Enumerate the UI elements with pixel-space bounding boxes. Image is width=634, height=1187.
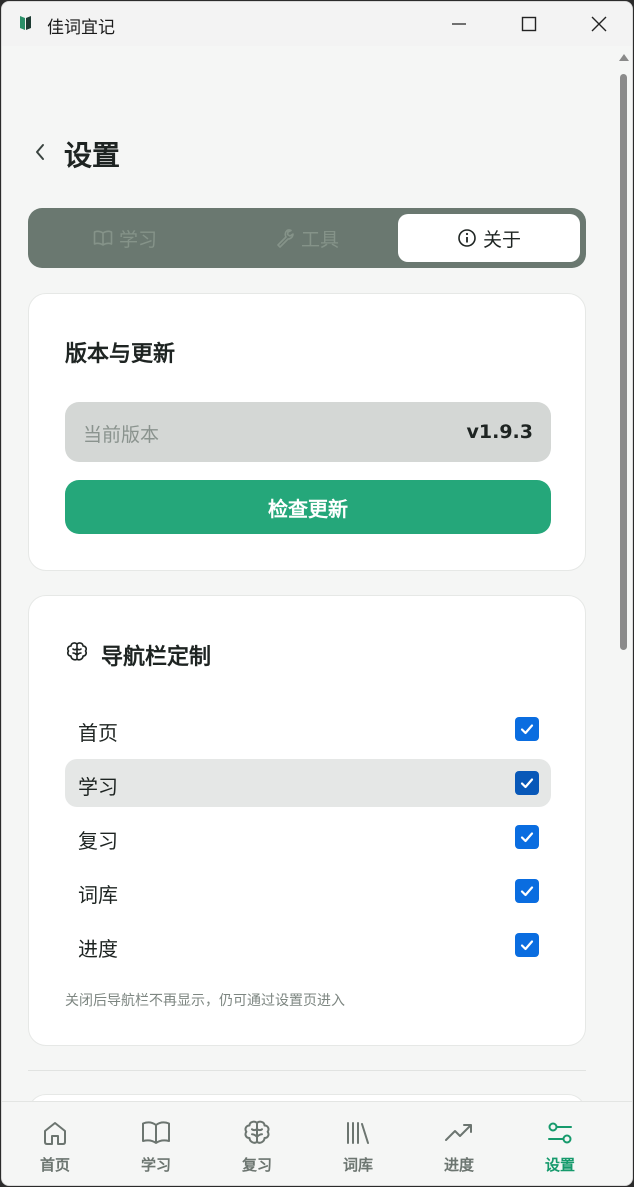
brain-icon [244,1120,270,1144]
nav-toggle-label: 进度 [78,937,118,961]
book-icon [93,230,113,246]
bottom-nav-label: 词库 [342,1156,373,1174]
scrollbar[interactable] [614,46,632,1102]
nav-toggle-label: 学习 [78,775,118,799]
page-title: 设置 [64,139,121,172]
sliders-icon [548,1122,572,1144]
back-button[interactable] [28,138,52,166]
window-title: 佳词宜记 [47,18,115,38]
version-card: 版本与更新 当前版本 v1.9.3 检查更新 [28,293,586,571]
nav-customization-hint: 关闭后导航栏不再显示，仍可通过设置页进入 [65,993,345,1009]
minimize-button[interactable] [424,2,494,46]
maximize-button[interactable] [494,2,564,46]
tab-tools-label: 工具 [300,228,339,251]
title-bar: 佳词宜记 [2,2,632,46]
tab-about-label: 关于 [482,228,521,251]
scroll-thumb[interactable] [620,74,627,650]
current-version-value: v1.9.3 [466,421,533,443]
trend-icon [445,1124,472,1141]
bottom-nav-label: 复习 [241,1156,272,1174]
nav-toggle-label: 首页 [78,721,118,745]
bottom-nav-review[interactable]: 复习 [206,1102,308,1185]
checkbox[interactable] [515,771,539,795]
tab-about[interactable]: 关于 [398,214,580,262]
bottom-nav-settings[interactable]: 设置 [509,1102,611,1185]
close-button[interactable] [564,2,632,46]
checkmark-icon [520,778,534,789]
bottom-nav-study[interactable]: 学习 [105,1102,207,1185]
wrench-icon [277,229,294,248]
brain-icon [67,642,87,661]
maximize-icon [521,16,537,32]
bottom-nav-label: 进度 [443,1156,474,1174]
checkbox[interactable] [515,933,539,957]
bottom-nav-label: 首页 [39,1156,70,1174]
checkbox[interactable] [515,825,539,849]
nav-toggle-review[interactable]: 复习 [65,813,551,861]
scroll-up-arrow-icon[interactable] [619,54,629,61]
version-card-title: 版本与更新 [65,342,176,367]
nav-customization-title: 导航栏定制 [101,645,212,670]
info-icon [458,229,476,247]
bottom-nav-progress[interactable]: 进度 [408,1102,510,1185]
library-icon [347,1122,369,1144]
book-icon [142,1121,170,1144]
check-update-button[interactable]: 检查更新 [65,480,551,534]
nav-toggle-label: 词库 [78,883,118,907]
bottom-nav-label: 学习 [140,1156,171,1174]
checkbox[interactable] [515,879,539,903]
bottom-nav-label: 设置 [544,1156,575,1174]
nav-toggle-progress[interactable]: 进度 [65,921,551,969]
checkmark-icon [520,886,534,897]
bottom-nav: 首页 学习 复习 词库 进度 设置 [2,1101,632,1185]
nav-toggle-label: 复习 [78,829,118,853]
nav-toggle-home[interactable]: 首页 [65,705,551,753]
app-window: 佳词宜记 设置 学习 工具 关于 版本与更新 当前版本 v1.9.3 检查更新 … [1,1,633,1186]
bottom-nav-home[interactable]: 首页 [4,1102,106,1185]
checkbox[interactable] [515,717,539,741]
checkmark-icon [520,832,534,843]
nav-toggle-library[interactable]: 词库 [65,867,551,915]
checkmark-icon [520,940,534,951]
bottom-nav-library[interactable]: 词库 [307,1102,409,1185]
current-version-row: 当前版本 v1.9.3 [65,402,551,462]
nav-toggle-study[interactable]: 学习 [65,759,551,807]
chevron-left-icon [36,144,44,160]
checkmark-icon [520,724,534,735]
home-icon [44,1122,66,1145]
tab-study[interactable]: 学习 [34,214,216,262]
app-logo-icon [20,16,31,30]
section-divider [28,1070,586,1071]
settings-tabs: 学习 工具 关于 [28,208,586,268]
current-version-label: 当前版本 [83,424,160,446]
tab-study-label: 学习 [118,228,157,251]
tab-tools[interactable]: 工具 [216,214,398,262]
minimize-icon [452,23,466,25]
nav-customization-card: 导航栏定制 首页 学习 复习 词库 进度 关闭后导航栏不再显示，仍可通过设置页进… [28,595,586,1046]
close-icon [591,16,607,32]
